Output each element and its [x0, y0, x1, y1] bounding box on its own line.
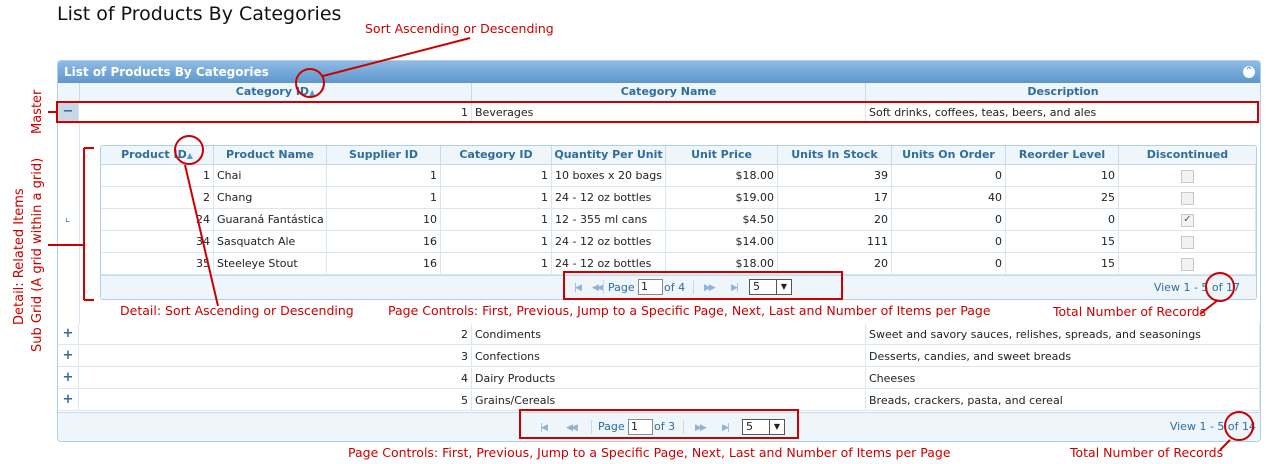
sub-pager-highlight: [563, 271, 843, 300]
annotation-detail-sort: Detail: Sort Ascending or Descending: [120, 303, 354, 318]
annotation-lines: [48, 37, 1231, 451]
master-row-highlight: [56, 101, 1259, 123]
annotation-page-controls-sub: Page Controls: First, Previous, Jump to …: [388, 303, 991, 318]
master-pager-highlight: [519, 409, 799, 439]
master-total-highlight-circle: [1224, 411, 1254, 441]
annotation-page-controls-master: Page Controls: First, Previous, Jump to …: [348, 445, 951, 460]
annotation-sort-top: Sort Ascending or Descending: [365, 21, 554, 36]
annotation-total-records-master: Total Number of Records: [1070, 445, 1224, 460]
annotation-detail-related: Detail: Related Items: [12, 188, 27, 325]
annotation-total-records-sub: Total Number of Records: [1053, 304, 1207, 319]
annotation-master: Master: [30, 89, 45, 134]
detail-sort-highlight-circle: [174, 135, 204, 165]
annotation-subgrid: Sub Grid (A grid within a grid): [30, 157, 45, 352]
sub-total-highlight-circle: [1205, 272, 1235, 302]
sort-highlight-circle: [295, 68, 325, 98]
